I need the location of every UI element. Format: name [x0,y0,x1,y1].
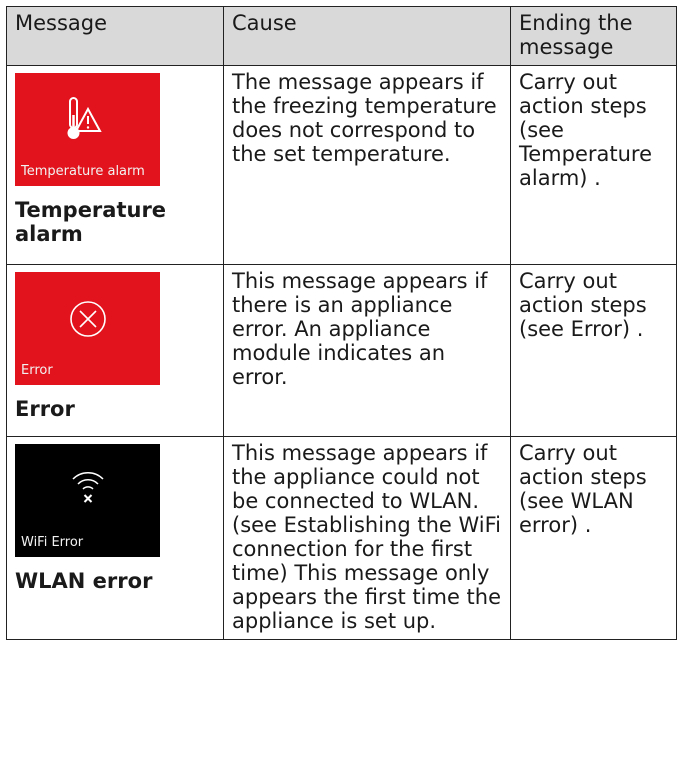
cause-cell: This message appears if the appliance co… [223,436,511,640]
display-screen: WiFi Error [15,444,160,557]
screen-label: WiFi Error [21,535,84,550]
message-table: Message Cause Ending the message Tempera… [6,6,677,640]
table-row: WiFi Error WLAN error This message appea… [6,436,677,640]
header-message: Message [6,6,224,66]
table-row: Error Error This message appears if ther… [6,264,677,437]
display-screen: Error [15,272,160,385]
wifi-error-icon [72,472,104,503]
error-circle-x-icon [70,301,106,337]
ending-cell: Carry out action steps (see Error) . [510,264,677,437]
table-row: Temperature alarm Temperature alarm The … [6,65,677,265]
message-name: Temperature alarm [15,198,167,246]
message-cell: WiFi Error WLAN error [6,436,224,640]
cause-cell: This message appears if there is an appl… [223,264,511,437]
message-name: WLAN error [15,569,153,593]
cause-cell: The message appears if the freezing temp… [223,65,511,265]
message-cell: Error Error [6,264,224,437]
screen-label: Temperature alarm [21,164,145,179]
screen-label: Error [21,363,53,378]
header-row: Message Cause Ending the message [6,6,677,66]
message-cell: Temperature alarm Temperature alarm [6,65,224,265]
thermometer-warning-icon [67,97,102,139]
message-name: Error [15,397,75,421]
header-cause: Cause [223,6,511,66]
header-ending: Ending the message [510,6,677,66]
ending-cell: Carry out action steps (see WLAN error) … [510,436,677,640]
ending-cell: Carry out action steps (see Temperature … [510,65,677,265]
display-screen: Temperature alarm [15,73,160,186]
